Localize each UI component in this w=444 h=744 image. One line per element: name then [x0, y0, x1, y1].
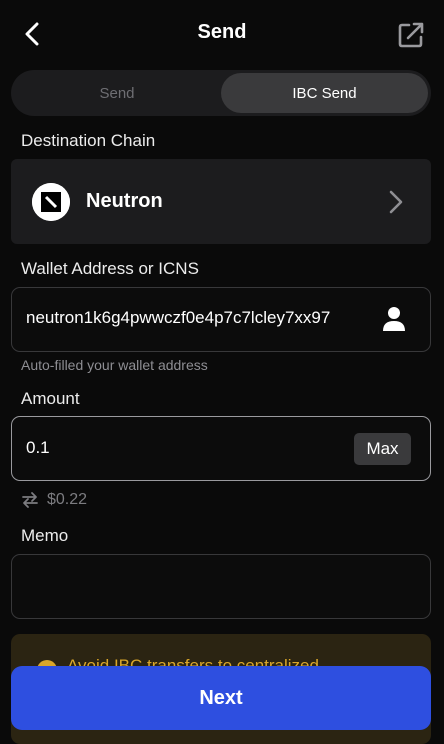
- amount-field[interactable]: 0.1 Max: [11, 416, 431, 481]
- amount-label: Amount: [21, 389, 80, 408]
- fiat-value: $0.22: [47, 491, 88, 508]
- chevron-right-icon: [389, 190, 403, 214]
- external-link-button[interactable]: [396, 20, 426, 50]
- neutron-logo-icon: [32, 183, 70, 221]
- header: Send: [0, 0, 444, 66]
- swap-arrows-icon[interactable]: [21, 491, 39, 509]
- wallet-address-field[interactable]: neutron1k6g4pwwczf0e4p7c7lcley7xx97: [11, 287, 431, 352]
- send-mode-tabs: Send IBC Send: [11, 70, 431, 116]
- memo-label: Memo: [21, 526, 69, 545]
- wallet-address-label: Wallet Address or ICNS: [21, 259, 199, 278]
- address-hint: Auto-filled your wallet address: [21, 357, 208, 373]
- next-button[interactable]: Next: [11, 666, 431, 730]
- max-button[interactable]: Max: [354, 433, 411, 465]
- wallet-address-input[interactable]: neutron1k6g4pwwczf0e4p7c7lcley7xx97: [26, 308, 370, 328]
- tab-send[interactable]: Send: [14, 73, 220, 113]
- external-link-icon: [398, 22, 424, 48]
- amount-input[interactable]: 0.1: [26, 438, 50, 458]
- chain-name: Neutron: [86, 190, 163, 212]
- page-title: Send: [197, 21, 247, 43]
- fiat-value-row: $0.22: [21, 490, 87, 510]
- memo-input[interactable]: [11, 554, 431, 619]
- tab-ibc-send[interactable]: IBC Send: [221, 73, 428, 113]
- person-icon: [383, 307, 405, 331]
- address-book-button[interactable]: [379, 304, 409, 334]
- destination-chain-label: Destination Chain: [21, 131, 156, 150]
- destination-chain-selector[interactable]: Neutron: [11, 159, 431, 244]
